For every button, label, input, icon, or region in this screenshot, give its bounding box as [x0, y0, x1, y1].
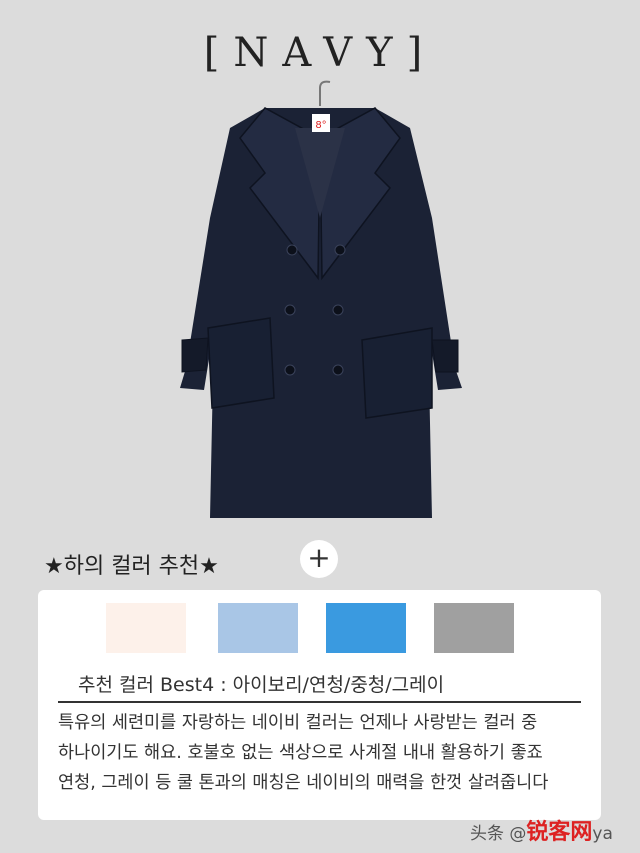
swatch-ivory	[106, 603, 186, 653]
brand-tag-text: 8°	[315, 120, 326, 131]
watermark: 头条 @锐客网ya	[470, 814, 613, 846]
best4-line: 추천 컬러 Best4 : 아이보리/연청/중청/그레이	[78, 674, 445, 696]
swatch-light-denim	[218, 603, 298, 653]
description: 특유의 세련미를 자랑하는 네이비 컬러는 언제나 사랑받는 컬러 중 하나이기…	[58, 708, 588, 798]
coat-image: 8°	[170, 78, 470, 538]
page-title: [NAVY]	[203, 30, 437, 76]
swatch-mid-denim	[326, 603, 406, 653]
description-line: 특유의 세련미를 자랑하는 네이비 컬러는 언제나 사랑받는 컬러 중	[58, 713, 538, 733]
recommend-heading: ★하의 컬러 추천★	[44, 554, 219, 579]
watermark-suffix: ya	[592, 824, 613, 844]
description-line: 하나이기도 해요. 호불호 없는 색상으로 사계절 내내 활용하기 좋죠	[58, 743, 543, 763]
description-line: 연청, 그레이 등 쿨 톤과의 매칭은 네이비의 매력을 한껏 살려줍니다	[58, 773, 549, 793]
watermark-prefix: 头条 @	[470, 824, 527, 844]
plus-icon: +	[300, 540, 338, 578]
recommend-card: 추천 컬러 Best4 : 아이보리/연청/중청/그레이 특유의 세련미를 자랑…	[38, 590, 601, 820]
divider	[58, 701, 581, 703]
swatch-gray	[434, 603, 514, 653]
watermark-brand: 锐客网	[526, 820, 593, 845]
